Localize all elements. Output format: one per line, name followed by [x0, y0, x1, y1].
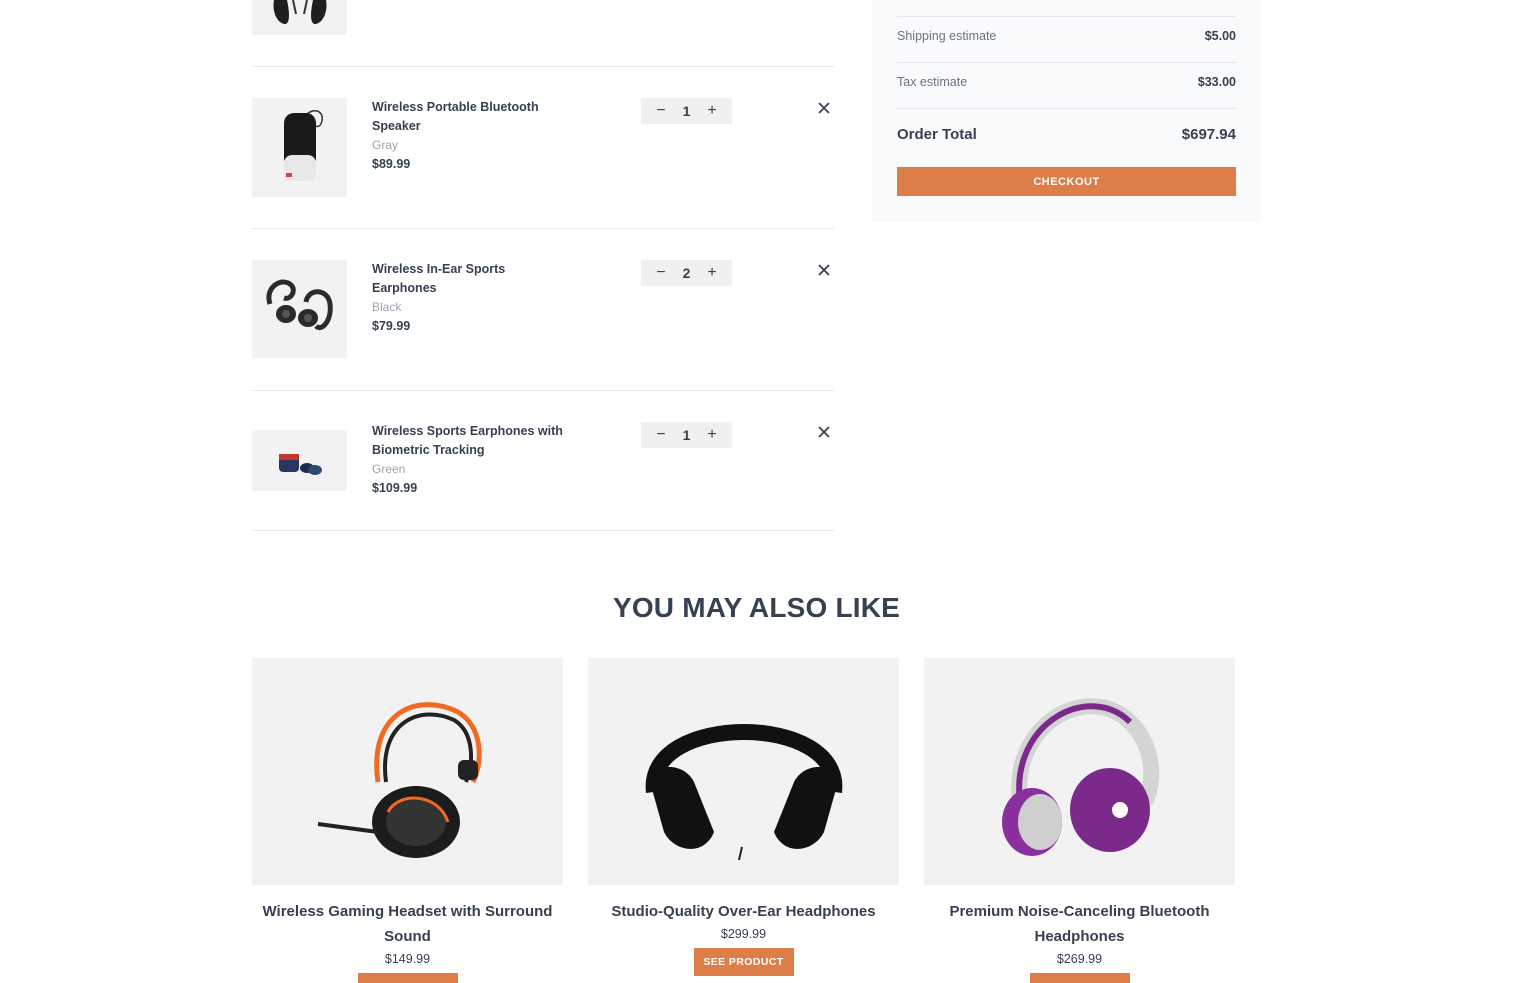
product-name[interactable]: Premium Noise-Canceling Bluetooth Headph…	[924, 899, 1235, 949]
close-icon	[818, 102, 830, 114]
order-summary: Shipping estimate $5.00 Tax estimate $33…	[872, 0, 1261, 222]
summary-divider	[897, 16, 1236, 17]
product-card: Premium Noise-Canceling Bluetooth Headph…	[924, 658, 1235, 983]
cart-item-variant: Gray	[372, 138, 399, 152]
quantity-value: 1	[682, 427, 691, 443]
checkout-button[interactable]: CHECKOUT	[897, 167, 1236, 196]
quantity-stepper: − 1 +	[641, 422, 732, 448]
shipping-value: $5.00	[1204, 29, 1236, 43]
tax-value: $33.00	[1197, 75, 1236, 89]
order-total-value: $697.94	[1181, 126, 1236, 143]
cart-divider	[252, 390, 834, 391]
decrement-button[interactable]: −	[655, 265, 667, 281]
cart-page: Wireless Portable Bluetooth Speaker Gray…	[0, 0, 1513, 983]
cart-item-variant: Black	[372, 300, 402, 314]
cart-item-thumbnail[interactable]	[252, 430, 347, 491]
quantity-stepper: − 2 +	[641, 260, 732, 286]
cart-item-price: $89.99	[372, 157, 411, 171]
close-icon	[818, 426, 830, 438]
cart-item-name[interactable]: Wireless Sports Earphones with Biometric…	[372, 422, 572, 460]
product-name[interactable]: Wireless Gaming Headset with Surround So…	[252, 899, 563, 949]
headphones-icon	[272, 0, 327, 25]
product-image[interactable]	[924, 658, 1235, 885]
shipping-label: Shipping estimate	[897, 29, 997, 43]
purple-headphones-image	[1001, 697, 1159, 856]
cart-item-thumbnail[interactable]	[252, 260, 347, 358]
increment-button[interactable]: +	[706, 427, 718, 443]
cart-divider	[252, 66, 834, 67]
product-card: Wireless Gaming Headset with Surround So…	[252, 658, 563, 983]
remove-item-button[interactable]	[816, 424, 832, 440]
decrement-button[interactable]: −	[655, 103, 667, 119]
tax-label: Tax estimate	[897, 75, 968, 89]
cart-item-variant: Green	[372, 462, 406, 476]
product-card: Studio-Quality Over-Ear Headphones $299.…	[588, 658, 899, 976]
earphones-image	[265, 279, 333, 330]
gaming-headset-image	[317, 701, 482, 858]
order-total-label: Order Total	[897, 126, 977, 143]
cart-item-thumbnail-partial	[252, 0, 347, 35]
close-icon	[818, 264, 830, 276]
studio-headphones-image	[645, 723, 842, 860]
product-image[interactable]	[252, 658, 563, 885]
cart-divider	[252, 530, 834, 531]
quantity-stepper: − 1 +	[641, 98, 732, 124]
quantity-value: 1	[682, 103, 691, 119]
remove-item-button[interactable]	[816, 100, 832, 116]
remove-item-button[interactable]	[816, 262, 832, 278]
product-price: $149.99	[384, 952, 431, 966]
see-product-button[interactable]: SEE PRODUCT	[357, 973, 458, 983]
increment-button[interactable]: +	[706, 265, 718, 281]
decrement-button[interactable]: −	[655, 427, 667, 443]
summary-divider	[897, 108, 1236, 109]
product-image[interactable]	[588, 658, 899, 885]
see-product-button[interactable]: SEE PRODUCT	[1029, 973, 1130, 983]
speaker-image	[283, 109, 323, 181]
product-name[interactable]: Studio-Quality Over-Ear Headphones	[588, 899, 899, 924]
product-price: $299.99	[720, 927, 767, 941]
cart-item-price: $79.99	[372, 319, 411, 333]
quantity-value: 2	[682, 265, 691, 281]
cart-item-name[interactable]: Wireless Portable Bluetooth Speaker	[372, 98, 572, 136]
cart-item-thumbnail[interactable]	[252, 98, 347, 197]
cart-divider	[252, 228, 834, 229]
recommendations-title: YOU MAY ALSO LIKE	[612, 592, 901, 623]
product-price: $269.99	[1056, 952, 1103, 966]
increment-button[interactable]: +	[706, 103, 718, 119]
cart-item-name[interactable]: Wireless In-Ear Sports Earphones	[372, 260, 572, 298]
cart-item-price: $109.99	[372, 481, 418, 495]
see-product-button[interactable]: SEE PRODUCT	[693, 948, 794, 976]
earbuds-case-image	[278, 453, 322, 475]
summary-divider	[897, 62, 1236, 63]
